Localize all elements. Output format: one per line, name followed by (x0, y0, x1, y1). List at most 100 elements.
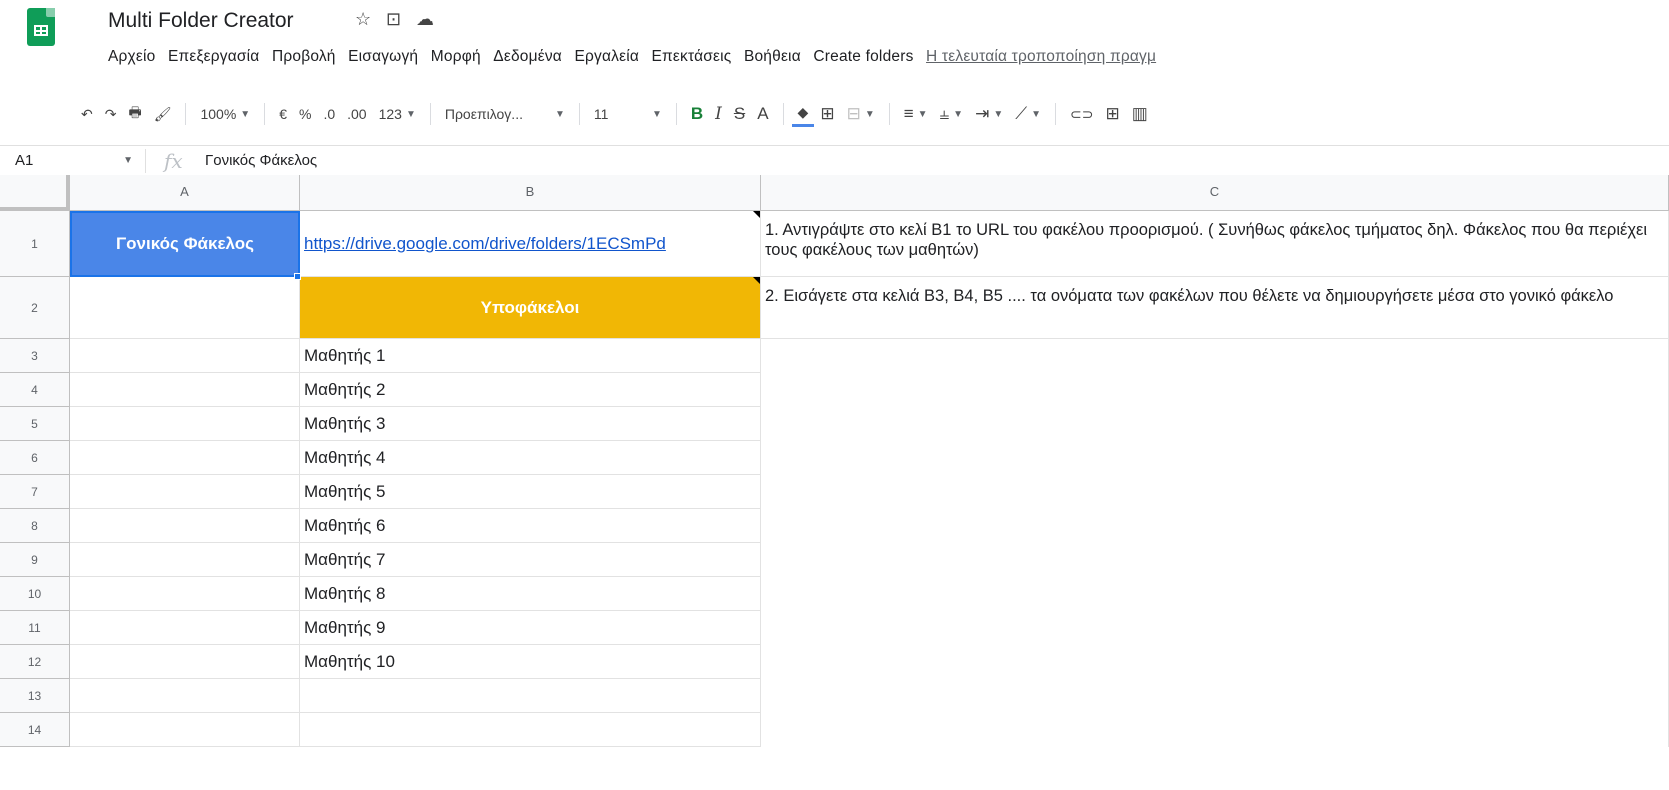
cell-c6[interactable] (761, 441, 1669, 475)
paint-format-icon[interactable]: 🖌 (148, 99, 178, 129)
cell-b2-subfolders-header[interactable]: Υποφάκελοι (300, 277, 761, 339)
cell-a1-parent-folder[interactable]: Γονικός Φάκελος (70, 211, 300, 277)
cell-c8[interactable] (761, 509, 1669, 543)
select-all-corner[interactable] (0, 175, 70, 211)
increase-decimals-button[interactable]: .00 (341, 99, 372, 129)
vertical-align-icon[interactable]: ⫨ ▼ (934, 99, 970, 129)
row-header[interactable]: 10 (0, 577, 70, 611)
cell-a6[interactable] (70, 441, 300, 475)
cell-b6-student[interactable]: Μαθητής 4 (300, 441, 761, 475)
cell-c10[interactable] (761, 577, 1669, 611)
cell-b10-student[interactable]: Μαθητής 8 (300, 577, 761, 611)
insert-chart-icon[interactable]: ▥ (1126, 99, 1154, 129)
cell-a9[interactable] (70, 543, 300, 577)
row-header[interactable]: 9 (0, 543, 70, 577)
cell-a8[interactable] (70, 509, 300, 543)
horizontal-align-icon[interactable]: ≡ ▼ (898, 99, 934, 129)
menu-tools[interactable]: Εργαλεία (574, 48, 639, 72)
cell-c14[interactable] (761, 713, 1669, 747)
cell-c4[interactable] (761, 373, 1669, 407)
column-header-b[interactable]: B (300, 175, 761, 211)
cell-c7[interactable] (761, 475, 1669, 509)
menu-view[interactable]: Προβολή (272, 48, 336, 72)
currency-format-button[interactable]: € (273, 99, 293, 129)
redo-icon[interactable]: ↷ (99, 99, 123, 129)
row-header[interactable]: 1 (0, 211, 70, 277)
cell-b9-student[interactable]: Μαθητής 7 (300, 543, 761, 577)
cell-b4-student[interactable]: Μαθητής 2 (300, 373, 761, 407)
insert-comment-icon[interactable]: ⊞ (1100, 99, 1126, 129)
row-header[interactable]: 2 (0, 277, 70, 339)
column-header-a[interactable]: A (70, 175, 300, 211)
cell-a14[interactable] (70, 713, 300, 747)
cell-c9[interactable] (761, 543, 1669, 577)
cell-b13[interactable] (300, 679, 761, 713)
row-header[interactable]: 12 (0, 645, 70, 679)
folder-url-link[interactable]: https://drive.google.com/drive/folders/1… (304, 234, 666, 254)
cell-b8-student[interactable]: Μαθητής 6 (300, 509, 761, 543)
strikethrough-button[interactable]: S (728, 99, 751, 129)
insert-link-icon[interactable]: ⊂⊃ (1064, 99, 1099, 129)
cell-c2-instruction[interactable]: 2. Εισάγετε στα κελιά B3, B4, B5 .... τα… (761, 277, 1669, 339)
menu-extensions[interactable]: Επεκτάσεις (652, 48, 732, 72)
last-edit-link[interactable]: Η τελευταία τροποποίηση πραγμ (926, 48, 1156, 72)
menu-edit[interactable]: Επεξεργασία (168, 48, 260, 72)
cell-a11[interactable] (70, 611, 300, 645)
cell-c5[interactable] (761, 407, 1669, 441)
fill-color-icon[interactable]: ◆ (791, 101, 815, 127)
cell-a3[interactable] (70, 339, 300, 373)
cell-b12-student[interactable]: Μαθητής 10 (300, 645, 761, 679)
cell-b3-student[interactable]: Μαθητής 1 (300, 339, 761, 373)
percent-format-button[interactable]: % (293, 99, 317, 129)
print-icon[interactable]: 🖶 (122, 99, 147, 129)
cell-a10[interactable] (70, 577, 300, 611)
cell-b5-student[interactable]: Μαθητής 3 (300, 407, 761, 441)
row-header[interactable]: 13 (0, 679, 70, 713)
cell-b14[interactable] (300, 713, 761, 747)
document-title[interactable]: Multi Folder Creator (108, 9, 294, 33)
row-header[interactable]: 11 (0, 611, 70, 645)
cell-c3[interactable] (761, 339, 1669, 373)
cell-c11[interactable] (761, 611, 1669, 645)
cell-a4[interactable] (70, 373, 300, 407)
row-header[interactable]: 3 (0, 339, 70, 373)
font-size-select[interactable]: 11 ▼ (588, 99, 668, 129)
row-header[interactable]: 6 (0, 441, 70, 475)
cell-b1-url[interactable]: https://drive.google.com/drive/folders/1… (300, 211, 761, 277)
merge-cells-icon[interactable]: ⊟ ▼ (841, 99, 881, 129)
cell-c12[interactable] (761, 645, 1669, 679)
zoom-select[interactable]: 100% ▼ (194, 99, 256, 129)
cell-c1-instruction[interactable]: 1. Αντιγράψτε στο κελί B1 το URL του φακ… (761, 211, 1669, 277)
cell-a12[interactable] (70, 645, 300, 679)
selection-fill-handle[interactable] (294, 273, 301, 280)
menu-help[interactable]: Βοήθεια (744, 48, 801, 72)
borders-icon[interactable]: ⊞ (814, 99, 840, 129)
move-folder-icon[interactable]: ⊡ (386, 9, 401, 30)
more-formats-select[interactable]: 123 ▼ (373, 99, 422, 129)
sheets-logo-icon[interactable] (27, 8, 55, 46)
menu-file[interactable]: Αρχείο (108, 48, 155, 72)
row-header[interactable]: 4 (0, 373, 70, 407)
cloud-status-icon[interactable]: ☁ (416, 9, 434, 30)
cell-a2[interactable] (70, 277, 300, 339)
cell-b11-student[interactable]: Μαθητής 9 (300, 611, 761, 645)
menu-format[interactable]: Μορφή (431, 48, 481, 72)
cell-c13[interactable] (761, 679, 1669, 713)
cell-a13[interactable] (70, 679, 300, 713)
menu-create-folders[interactable]: Create folders (813, 48, 913, 72)
name-box[interactable]: A1 ▼ (0, 152, 145, 169)
cell-b7-student[interactable]: Μαθητής 5 (300, 475, 761, 509)
bold-button[interactable]: B (685, 99, 709, 129)
row-header[interactable]: 7 (0, 475, 70, 509)
italic-button[interactable]: I (709, 99, 728, 129)
menu-data[interactable]: Δεδομένα (493, 48, 562, 72)
text-rotation-icon[interactable]: ⟋ ▼ (1009, 99, 1047, 129)
decrease-decimals-button[interactable]: .0 (317, 99, 341, 129)
row-header[interactable]: 14 (0, 713, 70, 747)
font-select[interactable]: Προεπιλογ... ▼ (439, 99, 571, 129)
column-header-c[interactable]: C (761, 175, 1669, 211)
star-icon[interactable]: ☆ (355, 9, 371, 30)
row-header[interactable]: 8 (0, 509, 70, 543)
row-header[interactable]: 5 (0, 407, 70, 441)
formula-input[interactable]: Γονικός Φάκελος (205, 152, 317, 169)
